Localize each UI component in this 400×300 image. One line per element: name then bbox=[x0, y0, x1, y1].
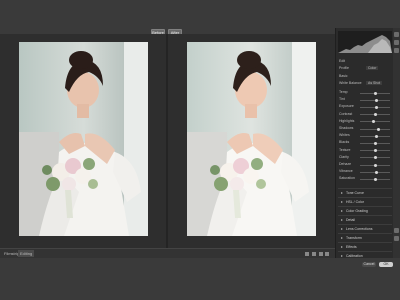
zoom-controls[interactable] bbox=[305, 251, 329, 257]
slider-knob[interactable] bbox=[373, 141, 377, 145]
panel-section[interactable]: Transform bbox=[338, 233, 392, 242]
slider-knob[interactable] bbox=[375, 170, 378, 174]
slider-label: Tint bbox=[339, 97, 345, 102]
profile-select[interactable]: Color bbox=[366, 66, 379, 70]
wb-select[interactable]: As Shot bbox=[366, 81, 383, 85]
slider-track[interactable] bbox=[360, 141, 390, 145]
section-label: Detail bbox=[346, 218, 355, 222]
slider-knob[interactable] bbox=[375, 134, 378, 138]
edit-panel: Edit Profile Color Basic White Balance A… bbox=[335, 28, 394, 270]
slider-knob[interactable] bbox=[373, 177, 377, 181]
slider-knob[interactable] bbox=[374, 91, 378, 95]
panel-section[interactable]: Tone Curve bbox=[338, 188, 392, 197]
section-label: Lens Corrections bbox=[346, 227, 373, 231]
slider-label: Texture bbox=[339, 147, 351, 152]
panel-section[interactable]: Lens Corrections bbox=[338, 224, 392, 233]
slider-label: Blacks bbox=[339, 140, 350, 145]
slider-knob[interactable] bbox=[373, 163, 377, 167]
footer-bar bbox=[0, 258, 400, 300]
slider-track[interactable] bbox=[360, 120, 390, 124]
slider-label: Clarity bbox=[339, 154, 349, 159]
slider-knob[interactable] bbox=[375, 98, 378, 102]
slider-track[interactable] bbox=[360, 156, 390, 160]
section-label: Transform bbox=[346, 236, 362, 240]
slider-label: Whites bbox=[339, 133, 350, 138]
chevron-right-icon bbox=[341, 237, 343, 239]
chevron-right-icon bbox=[341, 255, 343, 257]
basic-section-label[interactable]: Basic bbox=[339, 74, 348, 78]
ok-button[interactable]: OK bbox=[379, 262, 393, 267]
slider-label: Temp bbox=[339, 90, 348, 94]
section-label: Tone Curve bbox=[346, 191, 364, 195]
chevron-right-icon bbox=[341, 192, 343, 194]
more-icon[interactable] bbox=[394, 228, 399, 233]
chevron-right-icon bbox=[341, 210, 343, 212]
crop-icon[interactable] bbox=[394, 40, 399, 45]
slider-knob[interactable] bbox=[376, 127, 380, 131]
tool-strip bbox=[393, 28, 400, 270]
slider-knob[interactable] bbox=[375, 105, 378, 109]
profile-label: Profile bbox=[339, 66, 349, 70]
histogram bbox=[338, 31, 392, 53]
slider-knob[interactable] bbox=[374, 156, 378, 160]
slider-track[interactable] bbox=[360, 91, 390, 95]
settings-icon[interactable] bbox=[394, 236, 399, 241]
top-bar bbox=[0, 0, 400, 28]
chevron-right-icon bbox=[341, 219, 343, 221]
before-photo bbox=[19, 42, 148, 236]
wb-label: White Balance bbox=[339, 81, 362, 85]
slider-knob[interactable] bbox=[373, 113, 377, 117]
section-label: Effects bbox=[346, 245, 357, 249]
slider-track[interactable] bbox=[360, 113, 390, 117]
slider-label: Vibrance bbox=[339, 169, 353, 174]
chevron-right-icon bbox=[341, 246, 343, 248]
editing-tab[interactable]: Editing bbox=[18, 250, 35, 257]
slider-knob[interactable] bbox=[373, 149, 377, 153]
slider-track[interactable] bbox=[360, 127, 390, 131]
section-label: HSL / Color bbox=[346, 200, 364, 204]
section-label: Color Grading bbox=[346, 209, 368, 213]
panel-title: Edit bbox=[339, 59, 346, 63]
split-divider[interactable] bbox=[166, 34, 168, 248]
edit-icon[interactable] bbox=[394, 32, 399, 37]
panel-section[interactable]: Effects bbox=[338, 242, 392, 251]
slider-label: Highlights bbox=[339, 118, 355, 123]
slider-track[interactable] bbox=[360, 163, 390, 167]
slider-track[interactable] bbox=[360, 177, 390, 181]
cancel-button[interactable]: Cancel bbox=[362, 262, 376, 267]
slider-track[interactable] bbox=[360, 149, 390, 153]
slider-track[interactable] bbox=[360, 98, 390, 102]
slider-label: Contrast bbox=[339, 111, 353, 116]
panel-section[interactable]: Detail bbox=[338, 215, 392, 224]
slider-label: Dehaze bbox=[339, 162, 352, 166]
slider-label: Shadows bbox=[339, 126, 354, 130]
slider-label: Exposure bbox=[339, 104, 354, 109]
chevron-right-icon bbox=[341, 201, 343, 203]
slider-track[interactable] bbox=[360, 105, 390, 109]
panel-section[interactable]: Color Grading bbox=[338, 206, 392, 215]
heal-icon[interactable] bbox=[394, 48, 399, 53]
slider-track[interactable] bbox=[360, 170, 390, 174]
slider-track[interactable] bbox=[360, 134, 390, 138]
after-photo bbox=[187, 42, 316, 236]
slider-knob[interactable] bbox=[372, 120, 375, 124]
chevron-right-icon bbox=[341, 228, 343, 230]
slider-label: Saturation bbox=[339, 176, 355, 181]
panel-section[interactable]: HSL / Color bbox=[338, 197, 392, 206]
